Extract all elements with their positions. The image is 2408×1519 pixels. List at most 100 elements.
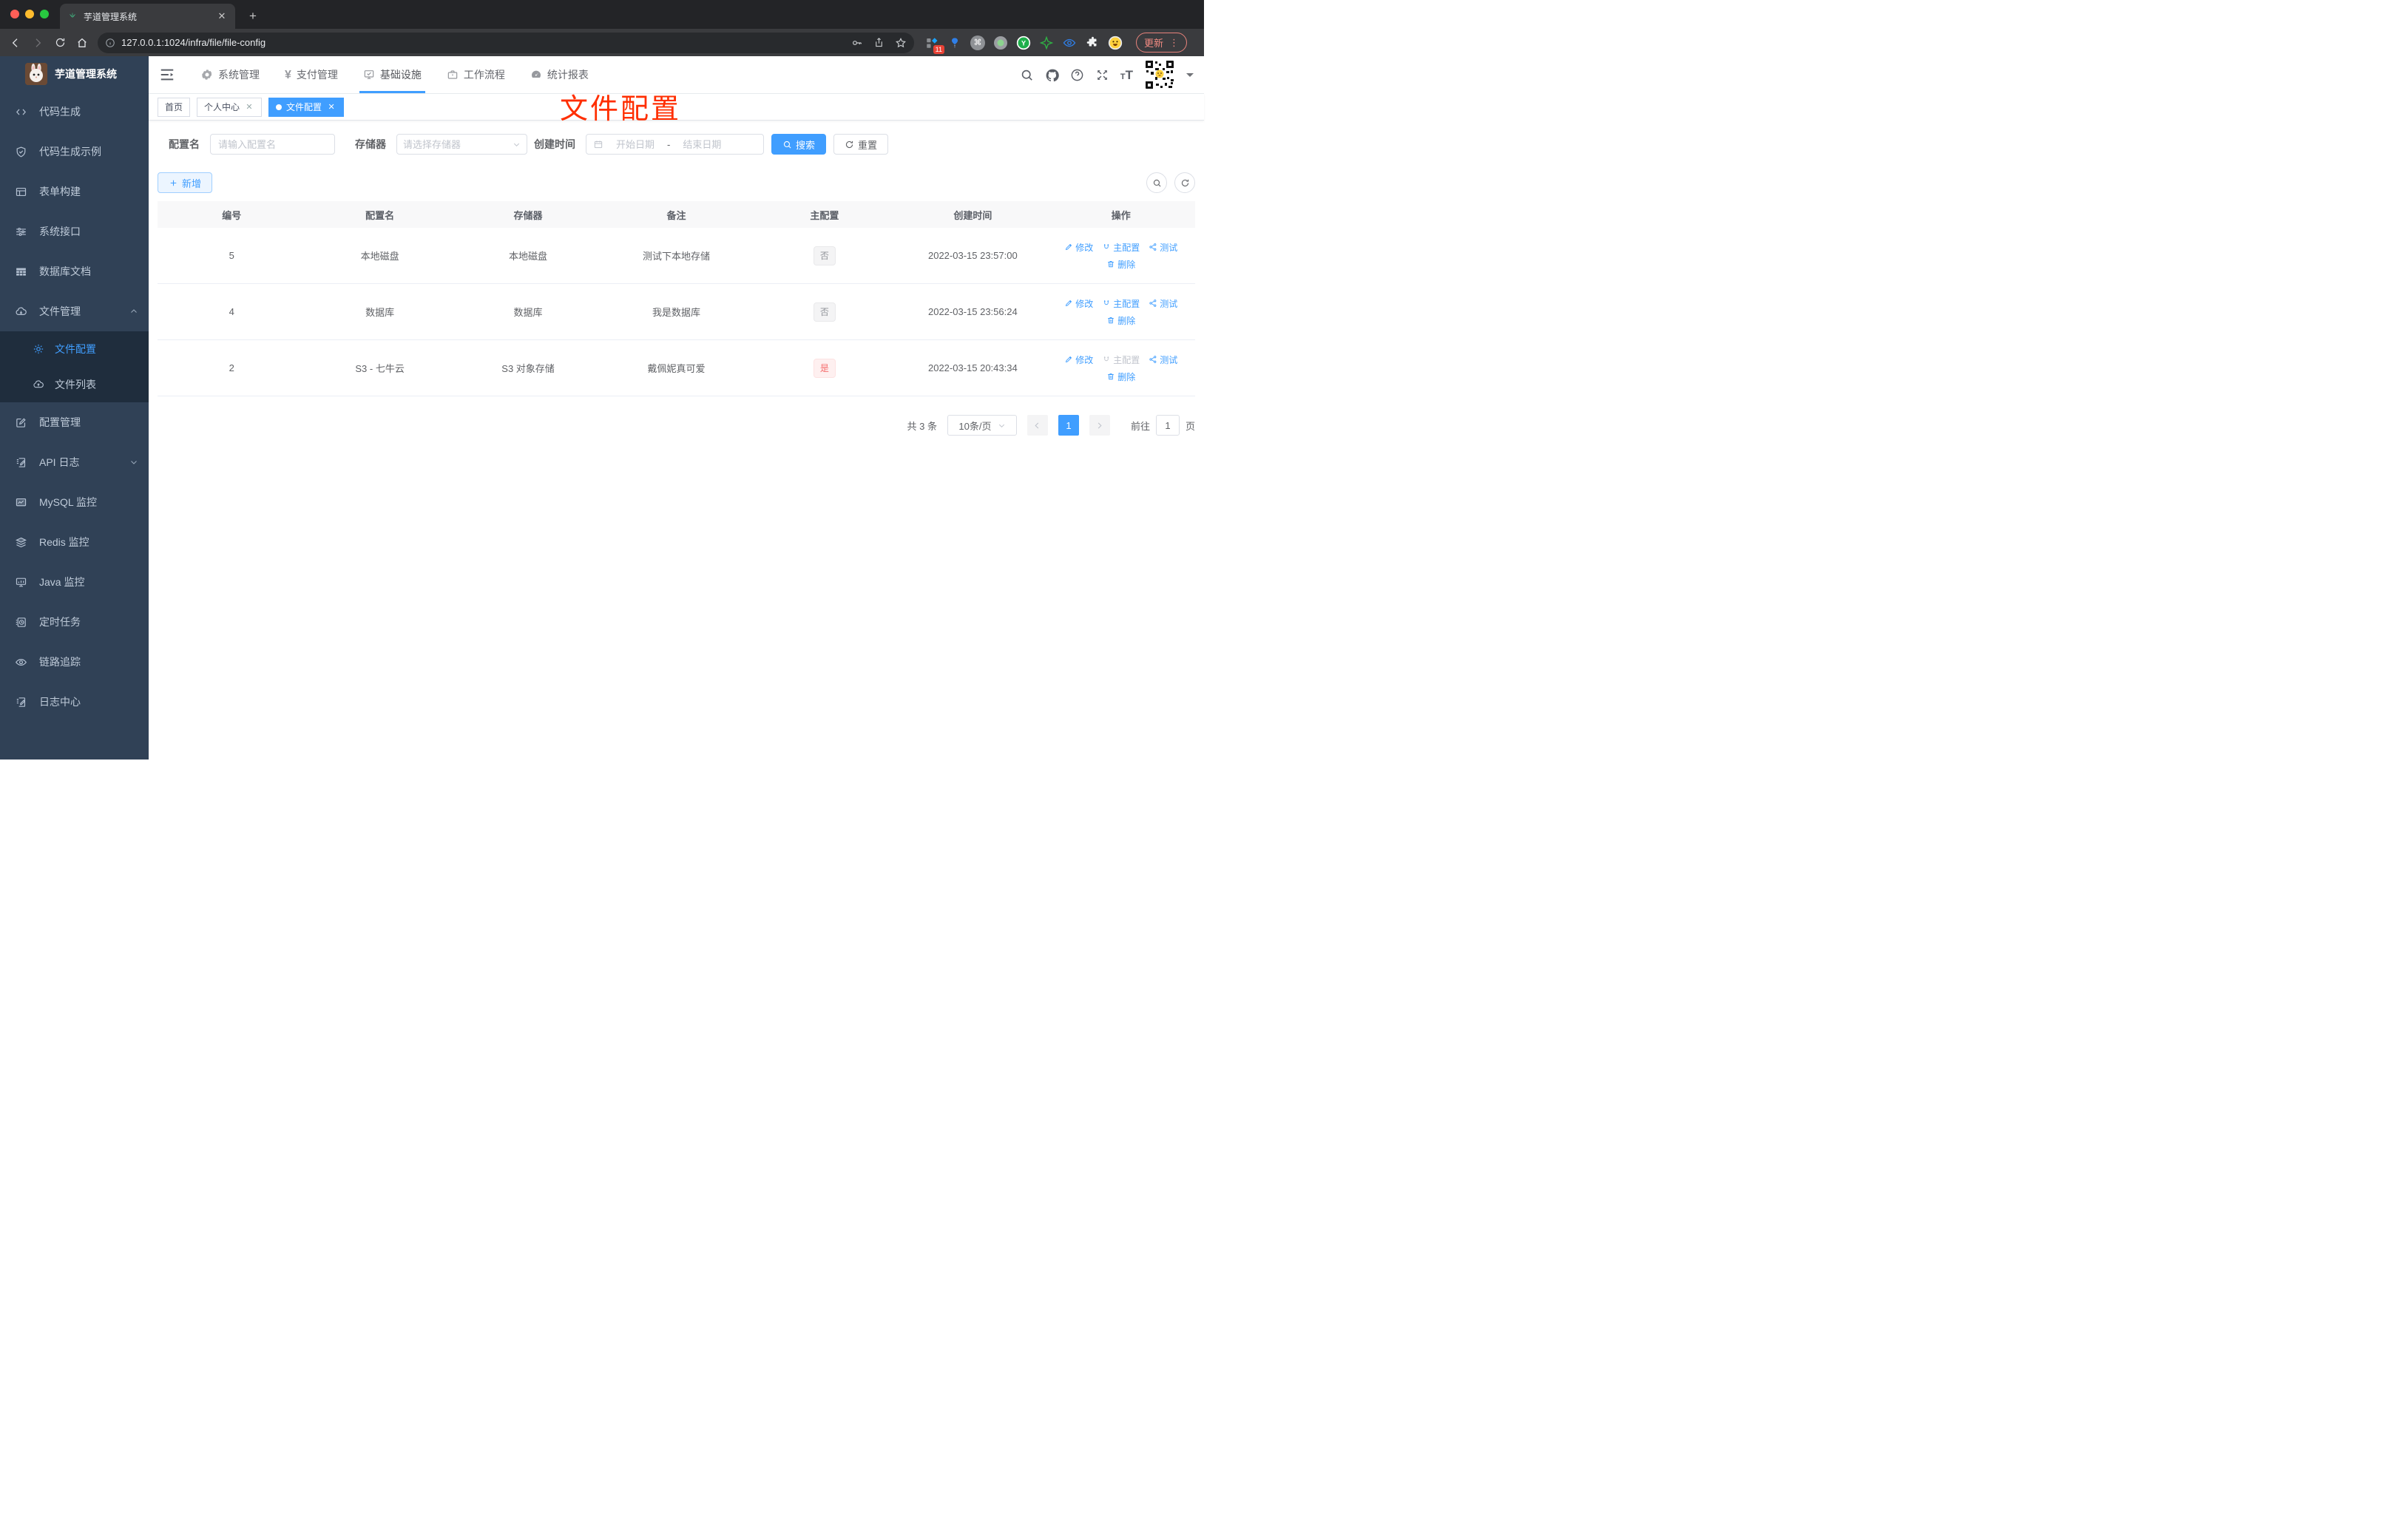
back-icon[interactable] bbox=[6, 33, 25, 53]
edit-button[interactable]: 修改 bbox=[1064, 353, 1093, 366]
gear-icon bbox=[201, 69, 213, 81]
next-page-button[interactable] bbox=[1089, 415, 1110, 436]
sidebar-item-trace[interactable]: 链路追踪 bbox=[0, 642, 149, 682]
share-nodes-icon bbox=[1149, 355, 1157, 364]
extension-eye-icon[interactable] bbox=[1062, 35, 1077, 50]
sidebar-item-file-list[interactable]: 文件列表 bbox=[0, 367, 149, 402]
close-icon[interactable]: ✕ bbox=[244, 102, 254, 112]
tag-file-config[interactable]: 文件配置 ✕ bbox=[268, 97, 345, 117]
master-button[interactable]: 主配置 bbox=[1102, 297, 1140, 310]
code-icon bbox=[15, 106, 27, 118]
page-size-select[interactable]: 10条/页 bbox=[947, 415, 1017, 436]
magnet-icon bbox=[1102, 243, 1111, 251]
top-menu-report[interactable]: 统计报表 bbox=[518, 56, 601, 93]
sidebar-item-system-api[interactable]: 系统接口 bbox=[0, 212, 149, 251]
address-bar[interactable]: 127.0.0.1:1024/infra/file/file-config bbox=[98, 32, 914, 53]
extension-y-icon[interactable]: Y bbox=[1016, 35, 1031, 50]
show-search-button[interactable] bbox=[1146, 172, 1167, 193]
share-icon[interactable] bbox=[873, 37, 885, 48]
search-button[interactable]: 搜索 bbox=[771, 134, 827, 155]
password-key-icon[interactable] bbox=[851, 37, 863, 49]
user-menu-caret-icon[interactable] bbox=[1186, 72, 1194, 81]
home-icon[interactable] bbox=[72, 33, 92, 53]
refresh-table-button[interactable] bbox=[1174, 172, 1195, 193]
extension-tabs-icon[interactable]: 11 bbox=[924, 35, 944, 54]
font-size-icon[interactable]: TT bbox=[1120, 68, 1133, 82]
reload-icon[interactable] bbox=[50, 33, 70, 53]
sidebar-item-code-gen[interactable]: 代码生成 bbox=[0, 92, 149, 132]
date-range-picker[interactable]: - bbox=[586, 134, 764, 155]
screen-icon bbox=[15, 576, 27, 589]
help-icon[interactable] bbox=[1070, 68, 1084, 82]
test-button[interactable]: 测试 bbox=[1149, 353, 1177, 366]
delete-button[interactable]: 删除 bbox=[1106, 371, 1135, 383]
reset-button[interactable]: 重置 bbox=[833, 134, 889, 155]
forward-icon[interactable] bbox=[28, 33, 47, 53]
storage-select-input[interactable] bbox=[403, 138, 513, 150]
extension-gray-dot-icon[interactable] bbox=[993, 35, 1008, 50]
browser-tab[interactable]: 芋道管理系统 ✕ bbox=[60, 4, 235, 29]
sidebar-item-config-manage[interactable]: 配置管理 bbox=[0, 402, 149, 442]
sidebar-item-file-manage[interactable]: 文件管理 bbox=[0, 291, 149, 331]
profile-emoji-avatar[interactable] bbox=[1108, 35, 1123, 50]
delete-button[interactable]: 删除 bbox=[1106, 258, 1135, 271]
sidebar-item-api-log[interactable]: API 日志 bbox=[0, 442, 149, 482]
date-end-input[interactable] bbox=[674, 138, 730, 150]
fullscreen-icon[interactable] bbox=[1095, 68, 1109, 82]
sidebar-item-redis-monitor[interactable]: Redis 监控 bbox=[0, 522, 149, 562]
browser-update-button[interactable]: 更新 ⋮ bbox=[1136, 33, 1188, 53]
config-name-input[interactable] bbox=[210, 134, 335, 155]
prev-page-button[interactable] bbox=[1027, 415, 1048, 436]
test-button[interactable]: 测试 bbox=[1149, 241, 1177, 254]
sidebar-item-code-demo[interactable]: 代码生成示例 bbox=[0, 132, 149, 172]
close-window-button[interactable] bbox=[10, 10, 19, 18]
master-button[interactable]: 主配置 bbox=[1102, 241, 1140, 254]
tag-home[interactable]: 首页 bbox=[158, 97, 191, 117]
user-avatar-qr[interactable] bbox=[1144, 59, 1175, 90]
sidebar-item-file-config[interactable]: 文件配置 bbox=[0, 331, 149, 367]
extension-balloon-icon[interactable] bbox=[947, 35, 962, 50]
goto-page-input[interactable] bbox=[1155, 415, 1180, 436]
zoom-window-button[interactable] bbox=[40, 10, 49, 18]
edit-button[interactable]: 修改 bbox=[1064, 241, 1093, 254]
add-button[interactable]: 新增 bbox=[158, 172, 213, 193]
table-header-row: 编号 配置名 存储器 备注 主配置 创建时间 操作 bbox=[158, 201, 1195, 228]
delete-button[interactable]: 删除 bbox=[1106, 314, 1135, 327]
close-icon[interactable]: ✕ bbox=[326, 102, 336, 112]
date-start-input[interactable] bbox=[608, 138, 663, 150]
tag-profile[interactable]: 个人中心 ✕ bbox=[197, 97, 263, 117]
tab-close-icon[interactable]: ✕ bbox=[216, 10, 228, 22]
minimize-window-button[interactable] bbox=[25, 10, 34, 18]
bookmark-star-icon[interactable] bbox=[895, 37, 907, 49]
top-menu-workflow[interactable]: 工作流程 bbox=[434, 56, 518, 93]
sidebar-item-mysql-monitor[interactable]: MySQL 监控 bbox=[0, 482, 149, 522]
github-icon[interactable] bbox=[1045, 68, 1059, 82]
active-dot bbox=[276, 104, 283, 110]
extension-star-icon[interactable] bbox=[1039, 35, 1054, 50]
table-row: 5 本地磁盘 本地磁盘 测试下本地存储 否 2022-03-15 23:57:0… bbox=[158, 228, 1195, 284]
top-menu-pay[interactable]: ¥ 支付管理 bbox=[272, 56, 351, 93]
page-number-1[interactable]: 1 bbox=[1058, 415, 1079, 436]
top-menu-infra[interactable]: 基础设施 bbox=[351, 56, 434, 93]
sidebar-item-db-doc[interactable]: 数据库文档 bbox=[0, 251, 149, 291]
search-icon[interactable] bbox=[1020, 68, 1034, 82]
sidebar-collapse-icon[interactable] bbox=[159, 67, 175, 83]
storage-select[interactable] bbox=[396, 134, 527, 155]
new-tab-button[interactable]: + bbox=[244, 7, 262, 25]
edit-button[interactable]: 修改 bbox=[1064, 297, 1093, 310]
grid-icon bbox=[15, 265, 27, 278]
extension-command-icon[interactable]: ⌘ bbox=[970, 35, 985, 50]
top-menu-system[interactable]: 系统管理 bbox=[189, 56, 272, 93]
sliders-icon bbox=[15, 226, 27, 238]
sidebar-item-log-center[interactable]: 日志中心 bbox=[0, 682, 149, 722]
sidebar-item-form-build[interactable]: 表单构建 bbox=[0, 172, 149, 212]
eye-icon bbox=[15, 656, 27, 669]
sidebar-item-cron-job[interactable]: 定时任务 bbox=[0, 602, 149, 642]
browser-menu-icon[interactable]: ⋮ bbox=[1169, 37, 1179, 49]
sidebar-item-java-monitor[interactable]: Java 监控 bbox=[0, 562, 149, 602]
extensions-puzzle-icon[interactable] bbox=[1085, 35, 1100, 50]
site-info-icon[interactable] bbox=[105, 38, 115, 48]
test-button[interactable]: 测试 bbox=[1149, 297, 1177, 310]
sidebar-logo[interactable]: 芋道管理系统 bbox=[0, 56, 149, 92]
filter-name-label: 配置名 bbox=[169, 138, 200, 150]
